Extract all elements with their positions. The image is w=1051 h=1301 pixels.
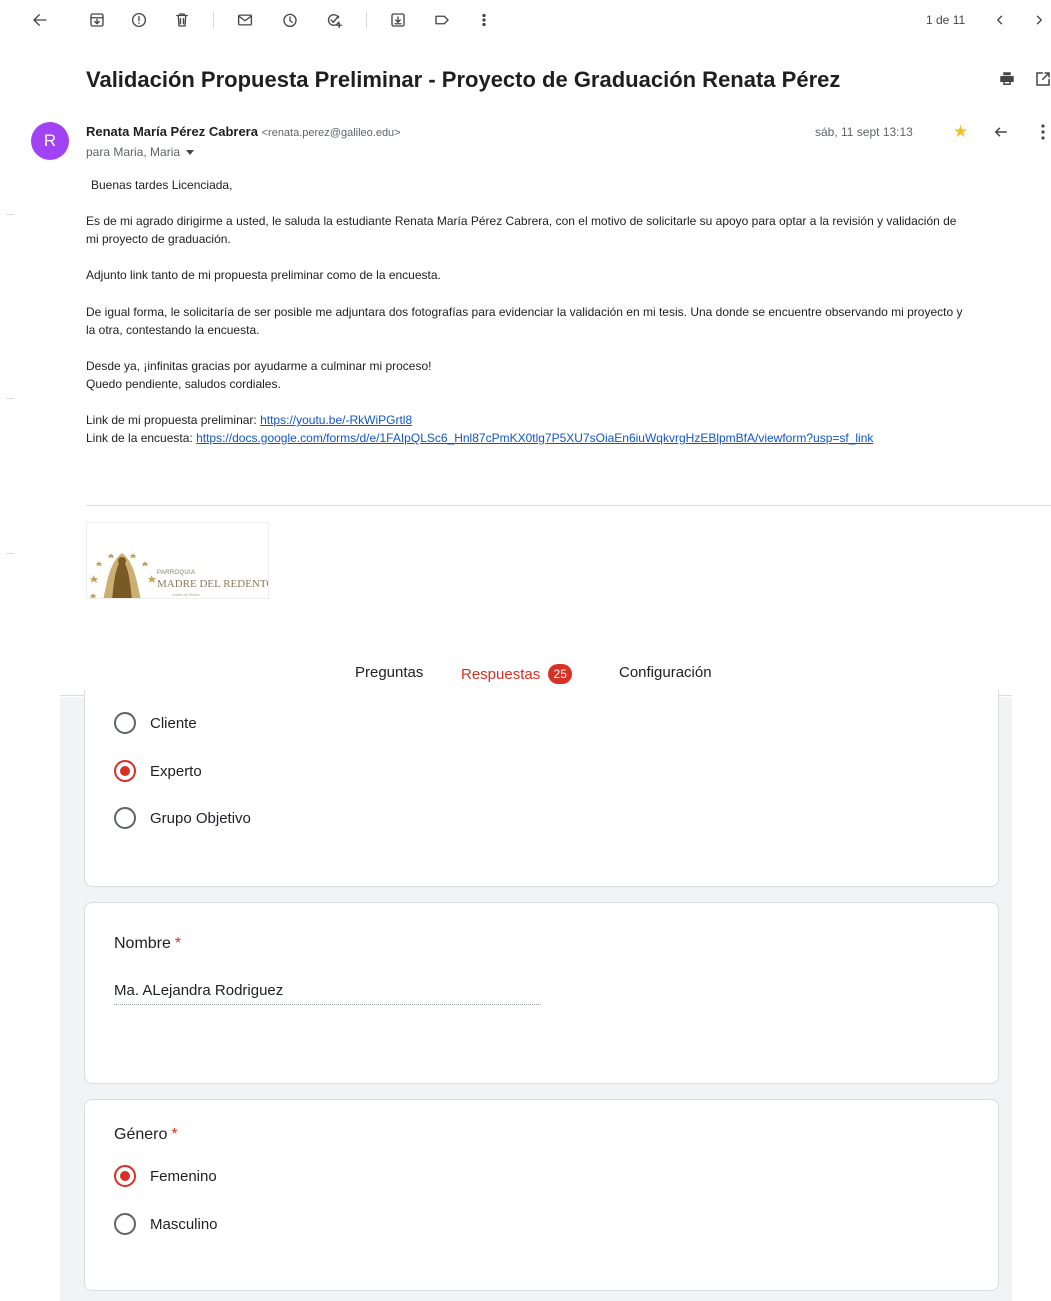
radio-option-experto[interactable]: Experto bbox=[114, 760, 202, 782]
add-to-tasks-icon[interactable] bbox=[322, 8, 346, 32]
option-label: Cliente bbox=[150, 714, 197, 732]
question-title-text: Nombre bbox=[114, 935, 171, 952]
radio-button[interactable] bbox=[114, 1213, 136, 1235]
sender-email: <renata.perez@galileo.edu> bbox=[261, 127, 401, 139]
question-title: Género * bbox=[114, 1126, 178, 1144]
radio-button-checked[interactable] bbox=[114, 1165, 136, 1187]
back-arrow-icon[interactable] bbox=[28, 8, 52, 32]
email-paragraph: Adjunto link tanto de mi propuesta preli… bbox=[86, 268, 441, 282]
more-vert-icon[interactable] bbox=[472, 8, 496, 32]
report-spam-icon[interactable] bbox=[127, 8, 151, 32]
question-card-genero bbox=[84, 1099, 999, 1291]
link-label: Link de mi propuesta preliminar: bbox=[86, 413, 261, 427]
email-greeting: Buenas tardes Licenciada, bbox=[91, 178, 233, 192]
radio-button[interactable] bbox=[114, 807, 136, 829]
email-date: sáb, 11 sept 13:13 bbox=[815, 125, 913, 139]
question-title: Nombre * bbox=[114, 935, 181, 953]
logo-text: PARROQUIA bbox=[157, 570, 196, 576]
open-in-new-window-icon[interactable] bbox=[1034, 70, 1051, 90]
delete-icon[interactable] bbox=[170, 8, 194, 32]
responses-count-badge: 25 bbox=[548, 664, 573, 684]
email-subject: Validación Propuesta Preliminar - Proyec… bbox=[86, 67, 841, 92]
option-label: Masculino bbox=[150, 1215, 218, 1233]
sender-line: Renata María Pérez Cabrera <renata.perez… bbox=[86, 124, 401, 139]
radio-button[interactable] bbox=[114, 712, 136, 734]
toolbar-divider bbox=[213, 11, 214, 29]
question-card-role bbox=[84, 690, 999, 887]
label-icon[interactable] bbox=[430, 8, 454, 32]
print-icon[interactable] bbox=[998, 70, 1018, 90]
logo-text: MADRE DEL REDENTOR bbox=[157, 578, 268, 590]
option-label: Femenino bbox=[150, 1167, 217, 1185]
answer-underline bbox=[114, 1004, 541, 1005]
mark-unread-icon[interactable] bbox=[233, 8, 257, 32]
sender-name[interactable]: Renata María Pérez Cabrera bbox=[86, 124, 258, 139]
email-paragraph: mi proyecto de graduación. bbox=[86, 232, 231, 246]
name-answer-field[interactable]: Ma. ALejandra Rodriguez bbox=[114, 982, 283, 999]
recipients-toggle[interactable]: para Maria, Maria bbox=[86, 145, 195, 159]
toolbar-divider bbox=[366, 11, 367, 29]
radio-option-masculino[interactable]: Masculino bbox=[114, 1213, 218, 1235]
archive-icon[interactable] bbox=[85, 8, 109, 32]
older-chevron-right-icon[interactable] bbox=[1027, 8, 1051, 32]
survey-form-link[interactable]: https://docs.google.com/forms/d/e/1FAIpQ… bbox=[196, 431, 873, 445]
email-link-line: Link de mi propuesta preliminar: https:/… bbox=[86, 411, 412, 429]
reply-icon[interactable] bbox=[992, 123, 1012, 143]
radio-button-checked[interactable] bbox=[114, 760, 136, 782]
logo-text: Santa de María bbox=[172, 592, 200, 597]
tab-label: Preguntas bbox=[355, 664, 424, 681]
email-link-line: Link de la encuesta: https://docs.google… bbox=[86, 429, 873, 447]
link-label: Link de la encuesta: bbox=[86, 431, 197, 445]
snooze-icon[interactable] bbox=[278, 8, 302, 32]
radio-option-grupo-objetivo[interactable]: Grupo Objetivo bbox=[114, 807, 251, 829]
proposal-video-link[interactable]: https://youtu.be/-RkWiPGrtl8 bbox=[260, 413, 412, 427]
move-to-icon[interactable] bbox=[386, 8, 410, 32]
madonna-emblem-icon bbox=[90, 553, 156, 598]
recipients-label: para Maria, Maria bbox=[86, 145, 181, 159]
required-asterisk: * bbox=[171, 1126, 178, 1143]
radio-option-femenino[interactable]: Femenino bbox=[114, 1165, 217, 1187]
tab-configuracion[interactable]: Configuración bbox=[619, 664, 712, 681]
question-title-text: Género bbox=[114, 1126, 168, 1143]
option-label: Experto bbox=[150, 762, 202, 780]
required-asterisk: * bbox=[174, 935, 182, 952]
tab-respuestas[interactable]: Respuestas 25 bbox=[461, 664, 573, 684]
email-paragraph: Quedo pendiente, saludos cordiales. bbox=[86, 377, 281, 391]
more-vert-icon[interactable] bbox=[1038, 122, 1048, 142]
side-divider bbox=[6, 553, 14, 554]
email-paragraph: De igual forma, le solicitaría de ser po… bbox=[86, 305, 963, 319]
tab-preguntas[interactable]: Preguntas bbox=[355, 664, 423, 681]
dropdown-caret-icon bbox=[186, 150, 195, 156]
sender-avatar[interactable]: R bbox=[31, 122, 69, 160]
star-icon[interactable]: ★ bbox=[953, 122, 968, 142]
side-divider bbox=[6, 214, 14, 215]
side-divider bbox=[6, 398, 14, 399]
radio-option-cliente[interactable]: Cliente bbox=[114, 712, 197, 734]
option-label: Grupo Objetivo bbox=[150, 809, 251, 827]
tab-label: Configuración bbox=[619, 664, 712, 681]
signature-divider bbox=[86, 505, 1051, 506]
tab-label: Respuestas bbox=[461, 666, 541, 683]
pagination-label: 1 de 11 bbox=[926, 13, 966, 27]
parish-logo-image: PARROQUIA MADRE DEL REDENTOR Santa de Ma… bbox=[86, 522, 269, 599]
email-paragraph: la otra, contestando la encuesta. bbox=[86, 323, 260, 337]
email-toolbar: 1 de 11 bbox=[0, 0, 1051, 40]
newer-chevron-left-icon[interactable] bbox=[988, 8, 1012, 32]
email-paragraph: Es de mi agrado dirigirme a usted, le sa… bbox=[86, 214, 957, 228]
email-paragraph: Desde ya, ¡infinitas gracias por ayudarm… bbox=[86, 359, 432, 373]
